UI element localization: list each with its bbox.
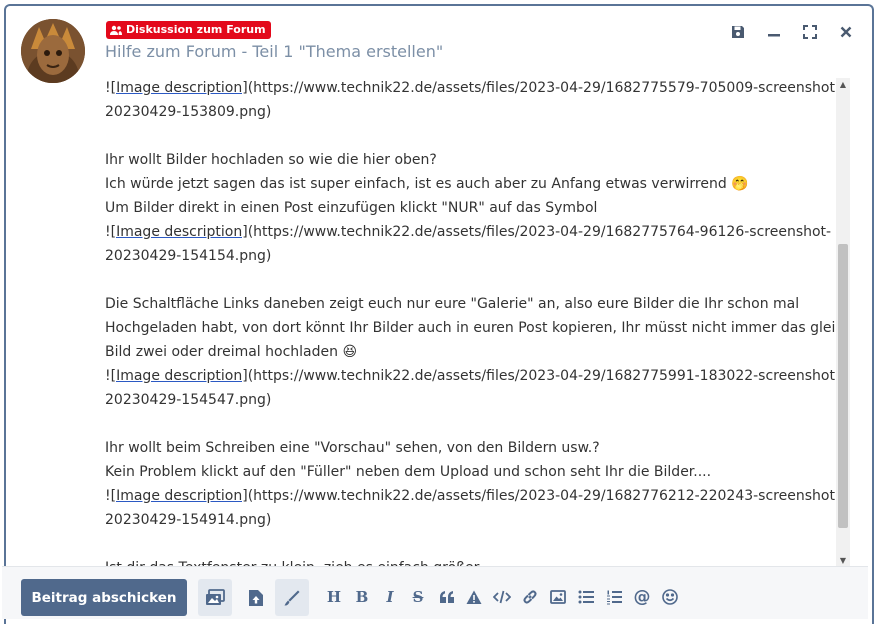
close-icon[interactable] — [836, 22, 856, 42]
editor-line: ![Image description](https://www.technik… — [105, 364, 835, 388]
emoji-icon[interactable] — [661, 588, 679, 606]
editor-line: Ich würde jetzt sagen das ist super einf… — [105, 176, 749, 192]
numbered-list-icon[interactable] — [605, 588, 623, 606]
scroll-down-arrow-icon[interactable]: ▼ — [838, 556, 848, 566]
strikethrough-icon[interactable]: S — [409, 588, 427, 606]
heading-icon[interactable]: H — [325, 588, 343, 606]
editor-line: Um Bilder direkt in einen Post einzufüge… — [105, 200, 598, 216]
upload-icon[interactable] — [239, 579, 273, 616]
editor-line: 20230429-154154.png) — [105, 248, 272, 264]
fullscreen-icon[interactable] — [800, 22, 820, 42]
editor-line: ![Image description](https://www.technik… — [105, 484, 835, 508]
editor-line: 20230429-153809.png) — [105, 104, 272, 120]
editor-line: 20230429-154914.png) — [105, 512, 272, 528]
bold-icon[interactable]: B — [353, 588, 371, 606]
image-icon[interactable] — [549, 588, 567, 606]
link-icon[interactable] — [521, 588, 539, 606]
submit-post-button[interactable]: Beitrag abschicken — [21, 579, 187, 616]
markdown-image-url: (https://www.technik22.de/assets/files/2… — [247, 80, 835, 96]
markdown-image-url: (https://www.technik22.de/assets/files/2… — [247, 224, 832, 240]
quote-icon[interactable] — [438, 588, 456, 606]
markdown-image-url: (https://www.technik22.de/assets/files/2… — [247, 488, 835, 504]
bulleted-list-icon[interactable] — [577, 588, 595, 606]
badge-label: Diskussion zum Forum — [126, 23, 266, 36]
avatar — [21, 19, 85, 83]
page-title: Hilfe zum Forum - Teil 1 "Thema erstelle… — [105, 42, 444, 61]
minimize-icon[interactable] — [764, 22, 784, 42]
save-icon[interactable] — [728, 22, 748, 42]
editor-line: 20230429-154547.png) — [105, 392, 272, 408]
italic-icon[interactable]: I — [381, 588, 399, 606]
editor-line: Ihr wollt Bilder hochladen so wie die hi… — [105, 152, 437, 168]
editor-line: Hochgeladen habt, von dort könnt Ihr Bil… — [105, 320, 835, 336]
gallery-icon[interactable] — [198, 579, 232, 616]
editor-line: Die Schaltfläche Links daneben zeigt euc… — [105, 296, 800, 312]
code-icon[interactable] — [493, 588, 511, 606]
markdown-image-alt: [Image description] — [110, 368, 248, 384]
mention-icon[interactable]: @ — [633, 587, 651, 607]
users-icon — [110, 25, 122, 35]
markdown-image-url: (https://www.technik22.de/assets/files/2… — [247, 368, 835, 384]
preview-pen-icon[interactable] — [275, 579, 309, 616]
editor-line: Ist dir das Textfenster zu klein, zieh e… — [105, 556, 835, 566]
editor-line: Kein Problem klickt auf den "Füller" neb… — [105, 464, 712, 480]
editor-toolbar: Beitrag abschicken H B I S @ — [2, 566, 868, 619]
markdown-image-alt: [Image description] — [110, 488, 248, 504]
editor-line: Ihr wollt beim Schreiben eine "Vorschau"… — [105, 440, 600, 456]
category-badge[interactable]: Diskussion zum Forum — [106, 21, 271, 39]
editor-line: ![Image description](https://www.technik… — [105, 220, 835, 244]
scrollbar-thumb[interactable] — [838, 244, 848, 528]
editor-line: Bild zwei oder dreimal hochladen 😆 — [105, 344, 358, 360]
editor-scrollbar[interactable]: ▲ ▼ — [836, 78, 850, 568]
post-textarea[interactable]: ![Image description](https://www.technik… — [105, 76, 835, 566]
scroll-up-arrow-icon[interactable]: ▲ — [838, 80, 848, 90]
editor-line: ![Image description](https://www.technik… — [105, 76, 835, 100]
markdown-image-alt: [Image description] — [110, 80, 248, 96]
warning-icon[interactable] — [465, 588, 483, 606]
markdown-image-alt: [Image description] — [110, 224, 248, 240]
